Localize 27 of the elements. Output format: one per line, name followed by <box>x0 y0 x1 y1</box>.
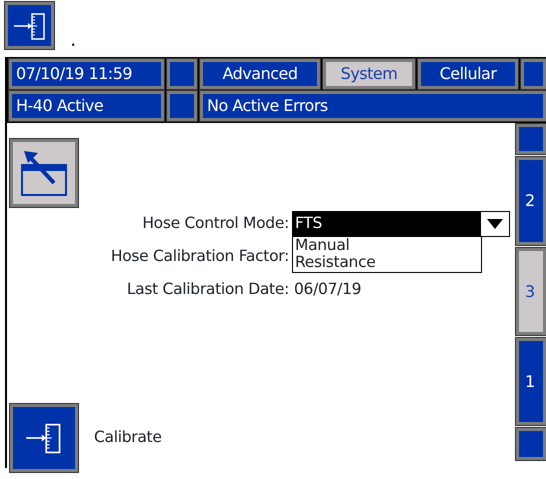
calibrate-icon <box>5 2 54 49</box>
field-value: 06/07/19 <box>293 278 362 300</box>
button-label: Calibrate <box>94 427 162 448</box>
side-tab[interactable]: 2 <box>516 157 546 245</box>
side-tab[interactable] <box>516 124 546 154</box>
datetime-display: 07/10/19 11:59 <box>9 59 164 89</box>
error-status: No Active Errors <box>200 91 546 121</box>
field-label: Hose Calibration Factor: <box>110 246 290 267</box>
menu-tab[interactable]: Advanced <box>200 59 320 89</box>
period: . <box>70 29 76 49</box>
side-tab[interactable]: 3 <box>516 248 546 335</box>
field-label: Last Calibration Date: <box>126 278 290 300</box>
side-tab[interactable]: 1 <box>516 338 546 425</box>
calibrate-button[interactable] <box>10 404 78 472</box>
back-button[interactable] <box>10 139 78 207</box>
status-cell <box>521 59 546 89</box>
status-text: H-40 Active <box>9 91 164 121</box>
status-cell <box>167 91 197 121</box>
menu-tab[interactable]: System <box>323 59 415 89</box>
dropdown-arrow-icon <box>487 218 503 228</box>
dropdown-option[interactable]: Manual <box>293 237 481 254</box>
dropdown[interactable]: FTS <box>292 210 510 236</box>
menu-tab[interactable]: Cellular <box>418 59 518 89</box>
field-label: Hose Control Mode: <box>141 212 290 234</box>
dropdown-option[interactable]: Resistance <box>293 254 481 272</box>
status-cell <box>167 59 197 89</box>
side-tab[interactable] <box>516 428 546 460</box>
